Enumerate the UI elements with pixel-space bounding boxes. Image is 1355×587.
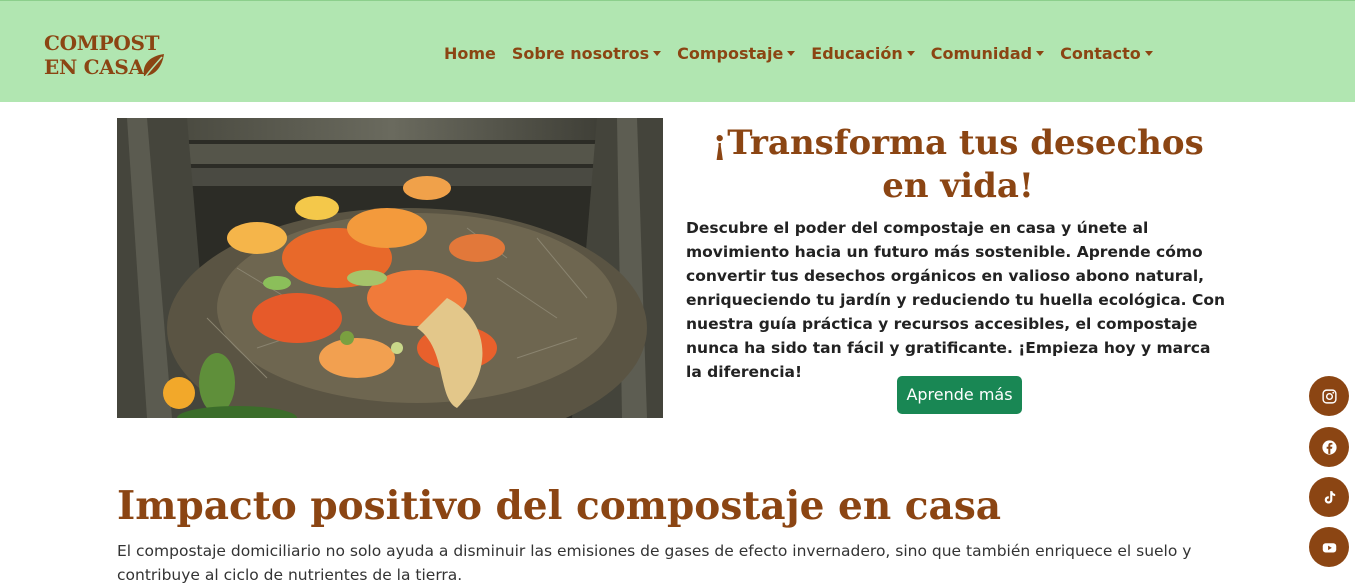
nav-contacto[interactable]: Contacto xyxy=(1060,44,1153,63)
hero-title: ¡Transforma tus desechos en vida! xyxy=(712,123,1204,206)
top-navbar: COMPOST EN CASA Home Sobre nosotros Comp… xyxy=(0,0,1355,102)
hero-compost-image xyxy=(117,118,663,418)
caret-down-icon xyxy=(787,51,796,56)
compost-illustration xyxy=(117,118,663,418)
tiktok-icon xyxy=(1324,490,1335,504)
main-nav: Home Sobre nosotros Compostaje Educación… xyxy=(444,41,1169,65)
youtube-button[interactable] xyxy=(1309,527,1349,567)
nav-compostaje-label: Compostaje xyxy=(677,43,784,63)
caret-down-icon xyxy=(1036,51,1045,56)
hero-description: Descubre el poder del compostaje en casa… xyxy=(686,219,1226,381)
impact-section-text: El compostaje domiciliario no solo ayuda… xyxy=(117,542,1192,584)
caret-down-icon xyxy=(906,51,915,56)
caret-down-icon xyxy=(653,51,662,56)
nav-home-label: Home xyxy=(444,43,496,63)
caret-down-icon xyxy=(1144,51,1153,56)
nav-educacion-label: Educación xyxy=(811,43,903,63)
nav-comunidad-label: Comunidad xyxy=(930,43,1033,63)
nav-educacion[interactable]: Educación xyxy=(811,43,915,63)
leaf-icon xyxy=(141,54,164,82)
youtube-icon xyxy=(1322,542,1336,552)
instagram-button[interactable] xyxy=(1309,376,1349,416)
nav-contacto-label: Contacto xyxy=(1060,43,1141,63)
nav-home[interactable]: Home xyxy=(444,44,496,63)
learn-more-button[interactable]: Aprende más xyxy=(897,376,1022,414)
tiktok-button[interactable] xyxy=(1309,477,1349,517)
facebook-icon xyxy=(1321,439,1337,455)
impact-section-title: Impacto positivo del compostaje en casa xyxy=(117,483,1002,529)
nav-compostaje[interactable]: Compostaje xyxy=(677,43,796,63)
facebook-button[interactable] xyxy=(1309,427,1349,467)
nav-sobre-nosotros[interactable]: Sobre nosotros xyxy=(511,43,662,63)
site-logo[interactable]: COMPOST EN CASA xyxy=(44,31,174,83)
instagram-icon xyxy=(1321,388,1337,404)
nav-comunidad[interactable]: Comunidad xyxy=(930,43,1045,63)
nav-sobre-nosotros-label: Sobre nosotros xyxy=(511,43,650,63)
